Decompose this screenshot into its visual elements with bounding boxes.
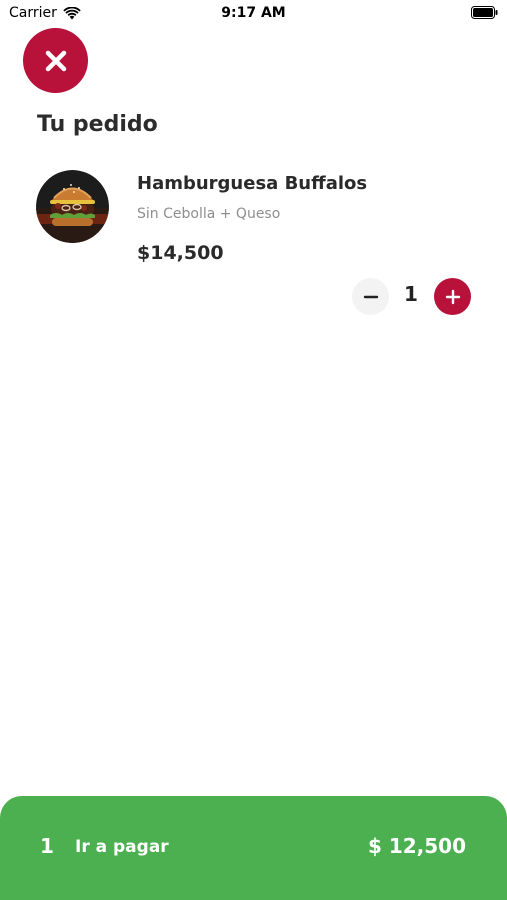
checkout-label: Ir a pagar [75,837,169,857]
status-bar: Carrier 9:17 AM [0,0,507,28]
item-price: $14,500 [137,242,224,264]
decrease-quantity-button[interactable] [352,278,389,315]
item-name: Hamburguesa Buffalos [137,173,368,194]
close-button[interactable] [23,28,88,93]
status-time: 9:17 AM [221,5,286,21]
checkout-total: $ 12,500 [367,834,466,858]
plus-icon [445,289,460,304]
checkout-button[interactable]: 1 Ir a pagar $ 12,500 [0,796,507,900]
checkout-item-count: 1 [40,834,54,858]
battery-icon [471,6,498,19]
increase-quantity-button[interactable] [434,278,471,315]
burger-image [36,170,109,243]
minus-icon [363,295,378,298]
page-title: Tu pedido [37,112,158,137]
quantity-value: 1 [404,282,418,306]
item-options: Sin Cebolla + Queso [137,206,281,222]
close-icon [45,50,66,71]
order-screen: Carrier 9:17 AM Tu pedido Hamburguesa Bu… [0,0,507,900]
